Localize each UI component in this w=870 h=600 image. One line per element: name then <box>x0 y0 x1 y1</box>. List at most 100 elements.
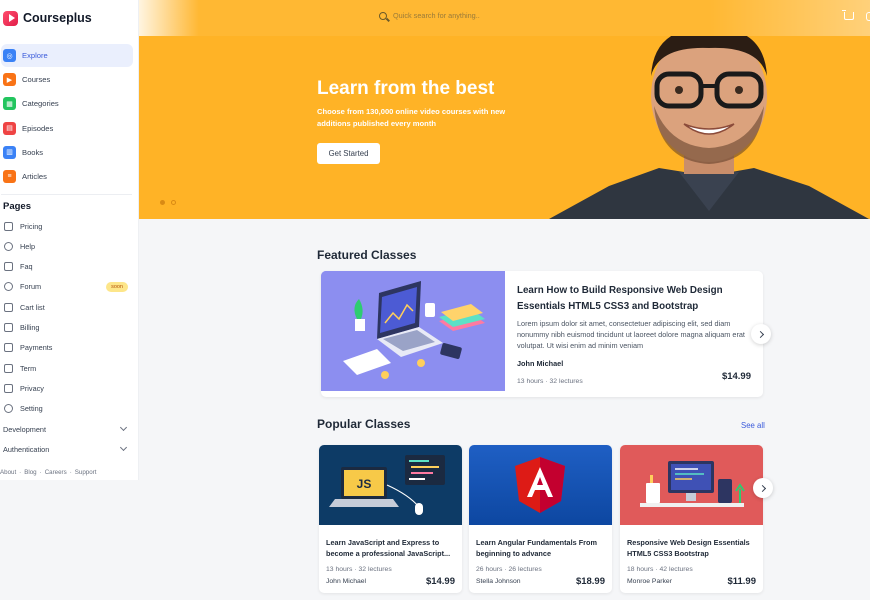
page-item-setting[interactable]: Setting <box>0 399 138 419</box>
popular-course-body: Learn Angular Fundamentals From beginnin… <box>469 530 612 587</box>
collapse-label: Authentication <box>3 444 50 454</box>
nav-item-explore[interactable]: ◎ Explore <box>1 44 133 67</box>
popular-course-body: Learn JavaScript and Express to become a… <box>319 530 462 587</box>
page-item-cart-list[interactable]: Cart list <box>0 297 138 317</box>
hero-title: Learn from the best <box>317 78 495 99</box>
search-input[interactable] <box>393 11 593 20</box>
javascript-course-image: JS <box>319 445 462 525</box>
nav-item-books[interactable]: ▥ Books <box>1 141 133 164</box>
popular-course-title: Learn Angular Fundamentals From beginnin… <box>476 538 597 558</box>
carousel-dot-active[interactable] <box>160 200 165 205</box>
popular-course-card[interactable]: Learn Angular Fundamentals From beginnin… <box>469 445 612 593</box>
page-item-faq[interactable]: Faq <box>0 257 138 277</box>
nav-item-episodes[interactable]: ▤ Episodes <box>1 117 133 140</box>
featured-course-price: $14.99 <box>721 371 751 382</box>
page-item-pricing[interactable]: Pricing <box>0 216 138 236</box>
nav-label: Books <box>22 147 44 157</box>
collapse-authentication[interactable]: Authentication <box>0 439 138 459</box>
page-item-term[interactable]: Term <box>0 358 138 378</box>
chat-icon <box>4 262 13 272</box>
featured-course-meta: 13 hours · 32 lectures <box>517 378 583 386</box>
popular-course-card[interactable]: JS Learn JavaScript and Express to becom… <box>319 445 462 593</box>
popular-course-body: Responsive Web Design Essentials HTML5 C… <box>620 530 763 587</box>
popular-course-title: Responsive Web Design Essentials HTML5 C… <box>627 538 750 558</box>
featured-course-author: John Michael <box>517 359 564 369</box>
popular-course-title: Learn JavaScript and Express to become a… <box>326 538 451 558</box>
popular-next-button[interactable] <box>753 478 773 498</box>
brand[interactable]: Courseplus <box>0 0 138 36</box>
get-started-button[interactable]: Get Started <box>317 143 380 164</box>
main-nav: ◎ Explore ▶ Courses ▦ Categories ▤ Episo… <box>0 36 138 188</box>
nav-label: Episodes <box>22 123 54 133</box>
angular-course-image <box>469 445 612 525</box>
courseplus-logo-icon <box>3 10 18 26</box>
nav-label: Courses <box>22 75 51 85</box>
popular-course-author: John Michael <box>326 578 367 585</box>
search-bar <box>379 11 593 20</box>
hero-subtitle: Choose from 130,000 online video courses… <box>317 107 506 128</box>
hero-person-image <box>549 36 869 219</box>
book-icon: ▥ <box>3 145 16 159</box>
featured-course-card[interactable]: Learn How to Build Responsive Web Design… <box>321 271 763 397</box>
page-label: Payments <box>20 343 53 353</box>
hero-banner: Learn from the best Choose from 130,000 … <box>139 36 870 219</box>
popular-course-author: Monroe Parker <box>627 578 672 585</box>
collapse-development[interactable]: Development <box>0 419 138 439</box>
carousel-dots <box>160 200 176 205</box>
wallet-icon <box>4 343 13 353</box>
help-circle-icon <box>4 241 13 251</box>
pages-section-title: Pages <box>3 200 31 212</box>
topbar-fade <box>139 0 199 36</box>
chevron-down-icon <box>119 444 128 452</box>
search-icon <box>379 11 387 20</box>
carousel-dot[interactable] <box>171 200 176 205</box>
file-icon <box>4 363 13 373</box>
soon-badge: soon <box>106 281 128 292</box>
page-label: Forum <box>20 282 42 292</box>
credit-card-icon <box>4 221 13 231</box>
sidebar: Courseplus ◎ Explore ▶ Courses ▦ Categor… <box>0 0 139 480</box>
page-item-privacy[interactable]: Privacy <box>0 378 138 398</box>
footer-link-blog[interactable]: Blog <box>24 469 36 476</box>
page-item-forum[interactable]: Forum soon <box>0 277 138 297</box>
nav-item-courses[interactable]: ▶ Courses <box>1 68 133 91</box>
nav-item-articles[interactable]: ≡ Articles <box>1 165 133 188</box>
gear-icon <box>4 404 13 414</box>
featured-heading: Featured Classes <box>317 248 417 262</box>
popular-course-card[interactable]: Responsive Web Design Essentials HTML5 C… <box>620 445 763 593</box>
page-label: Term <box>20 363 37 373</box>
nav-label: Categories <box>22 99 59 109</box>
popular-course-meta: 26 hours · 26 lectures <box>476 566 542 573</box>
brand-name: Courseplus <box>23 11 92 25</box>
topbar <box>139 0 870 36</box>
page-item-payments[interactable]: Payments <box>0 338 138 358</box>
page-item-billing[interactable]: Billing <box>0 317 138 337</box>
chevron-right-icon <box>758 484 766 492</box>
footer-sep: · <box>39 468 42 476</box>
footer-link-support[interactable]: Support <box>75 469 97 476</box>
footer-link-careers[interactable]: Careers <box>45 469 67 476</box>
footer-sep: · <box>69 468 72 476</box>
footer-sep: · <box>19 468 22 476</box>
divider <box>1 193 132 195</box>
lock-file-icon <box>4 383 13 393</box>
nav-label: Explore <box>22 51 48 60</box>
cart-icon[interactable] <box>842 10 854 20</box>
featured-course-title[interactable]: Learn How to Build Responsive Web Design… <box>517 283 753 314</box>
forum-icon <box>4 282 13 292</box>
play-circle-icon: ▶ <box>3 73 16 87</box>
popular-course-footer: John Michael $14.99 <box>326 576 455 587</box>
see-all-link[interactable]: See all <box>741 421 765 430</box>
popular-course-footer: Monroe Parker $11.99 <box>627 576 756 587</box>
page-label: Cart list <box>20 302 45 312</box>
nav-item-categories[interactable]: ▦ Categories <box>1 92 133 115</box>
featured-next-button[interactable] <box>751 324 771 344</box>
document-icon: ≡ <box>3 169 16 183</box>
notification-icon[interactable] <box>866 12 870 21</box>
page-label: Privacy <box>20 383 44 393</box>
receipt-icon <box>4 323 13 333</box>
chevron-down-icon <box>119 424 128 432</box>
page-item-help[interactable]: Help <box>0 236 138 256</box>
footer-link-about[interactable]: About <box>0 469 16 476</box>
popular-course-footer: Stella Johnson $18.99 <box>476 576 605 587</box>
